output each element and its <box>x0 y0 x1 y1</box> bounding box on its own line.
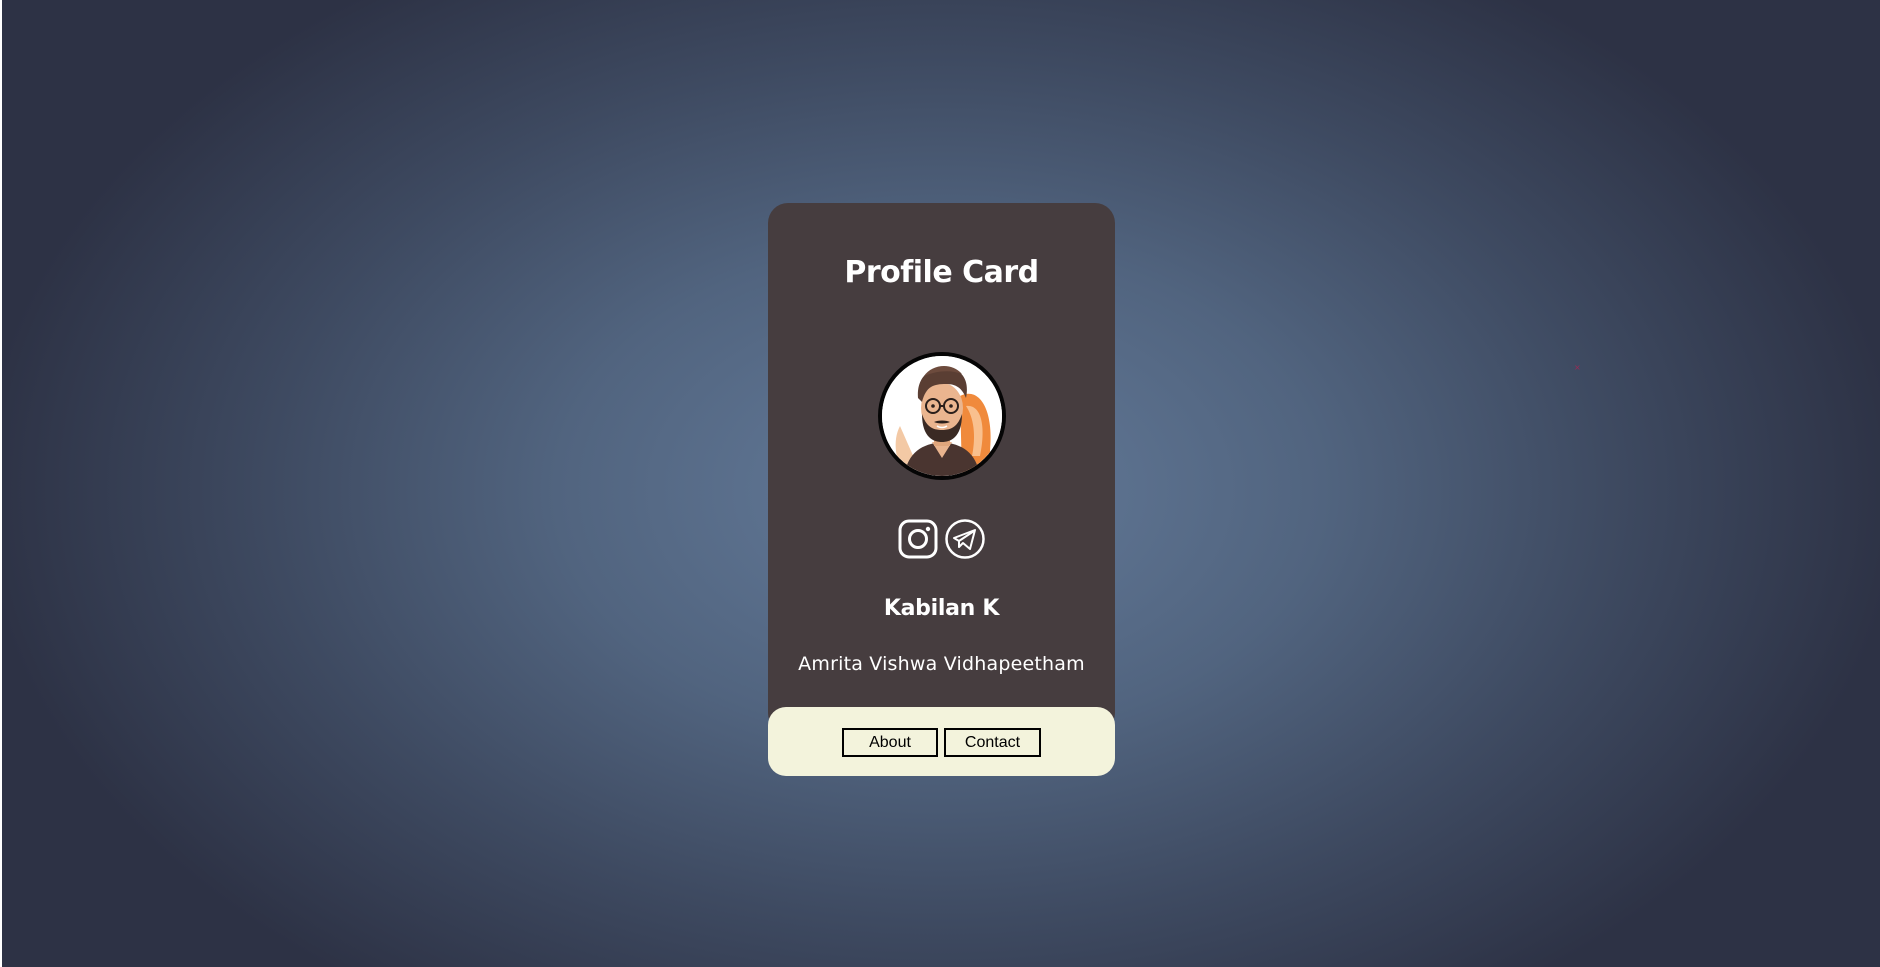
telegram-link[interactable] <box>943 517 987 561</box>
about-button[interactable]: About <box>842 728 938 757</box>
instagram-icon <box>898 519 938 559</box>
card-title: Profile Card <box>844 255 1039 290</box>
profile-card-body: Profile Card Kabilan K Amrita Vishwa Vid… <box>768 203 1115 733</box>
avatar-illustration <box>882 356 1002 476</box>
profile-card-footer: About Contact <box>768 707 1115 776</box>
profile-card: Profile Card Kabilan K Amrita Vishwa Vid… <box>768 203 1115 776</box>
contact-button[interactable]: Contact <box>944 728 1041 757</box>
social-links <box>768 517 1115 561</box>
avatar <box>878 352 1006 480</box>
telegram-icon <box>945 519 985 559</box>
instagram-link[interactable] <box>896 517 940 561</box>
stray-mark: × <box>1574 363 1581 372</box>
profile-name: Kabilan K <box>883 596 1000 621</box>
left-edge-line <box>0 0 2 967</box>
profile-organization: Amrita Vishwa Vidhapeetham <box>798 653 1085 675</box>
